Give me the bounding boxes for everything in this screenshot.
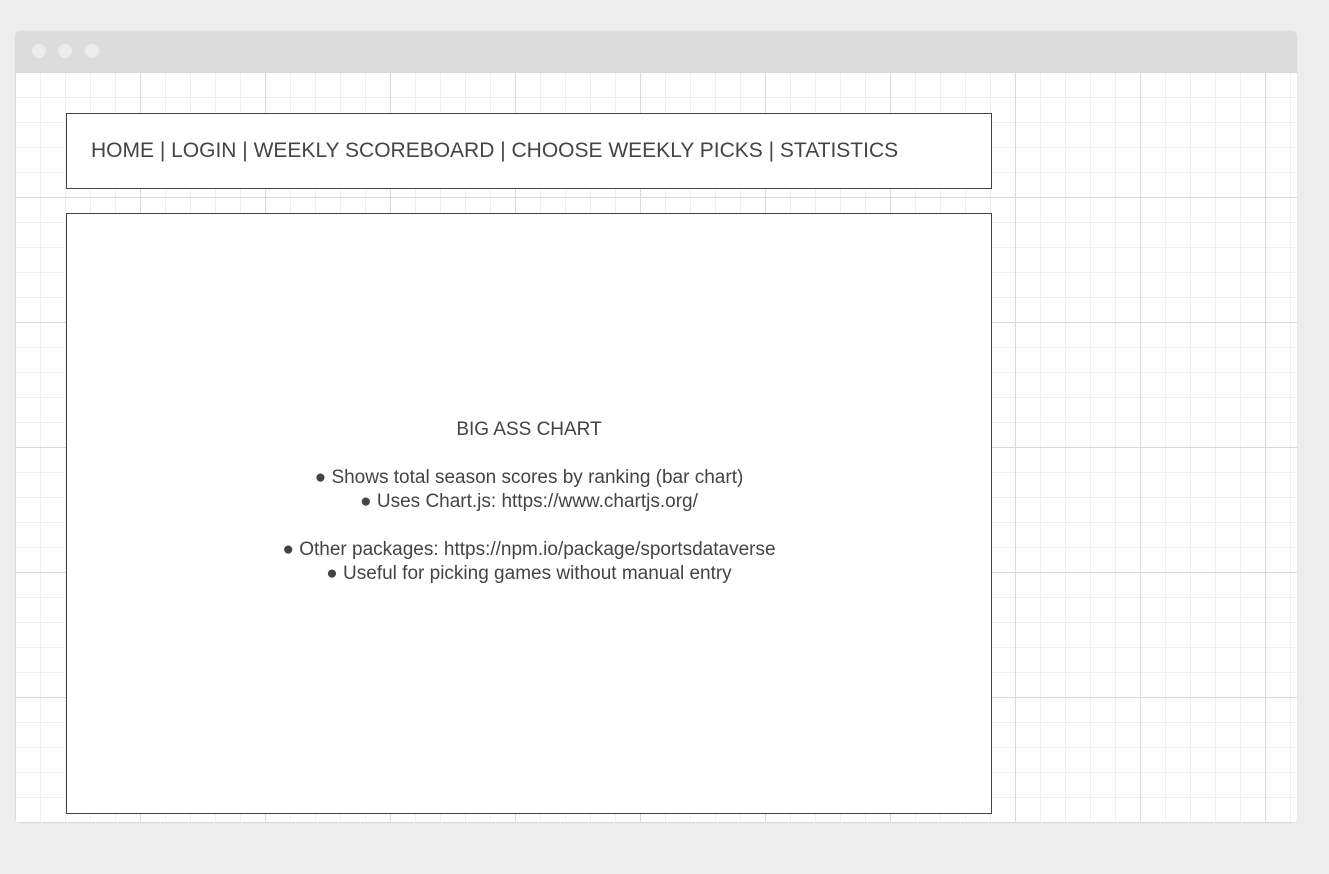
window-minimize-dot-icon[interactable] <box>58 44 72 58</box>
chart-placeholder: BIG ASS CHART ● Shows total season score… <box>67 418 991 586</box>
note-line: ● Other packages: https://npm.io/package… <box>282 539 776 560</box>
window-maximize-dot-icon[interactable] <box>85 44 99 58</box>
grid-canvas: HOME | LOGIN | WEEKLY SCOREBOARD | CHOOS… <box>15 72 1297 823</box>
note-line: ● Shows total season scores by ranking (… <box>314 467 744 488</box>
note-line: ● Uses Chart.js: https://www.chartjs.org… <box>360 491 698 512</box>
navigation-bar: HOME | LOGIN | WEEKLY SCOREBOARD | CHOOS… <box>66 113 992 189</box>
main-content-panel: BIG ASS CHART ● Shows total season score… <box>66 213 992 814</box>
browser-window: HOME | LOGIN | WEEKLY SCOREBOARD | CHOOS… <box>15 31 1297 823</box>
note-line: ● Useful for picking games without manua… <box>326 563 732 584</box>
navigation-links[interactable]: HOME | LOGIN | WEEKLY SCOREBOARD | CHOOS… <box>91 139 898 163</box>
window-close-dot-icon[interactable] <box>32 44 46 58</box>
window-titlebar <box>15 31 1297 72</box>
chart-title: BIG ASS CHART <box>456 419 602 440</box>
